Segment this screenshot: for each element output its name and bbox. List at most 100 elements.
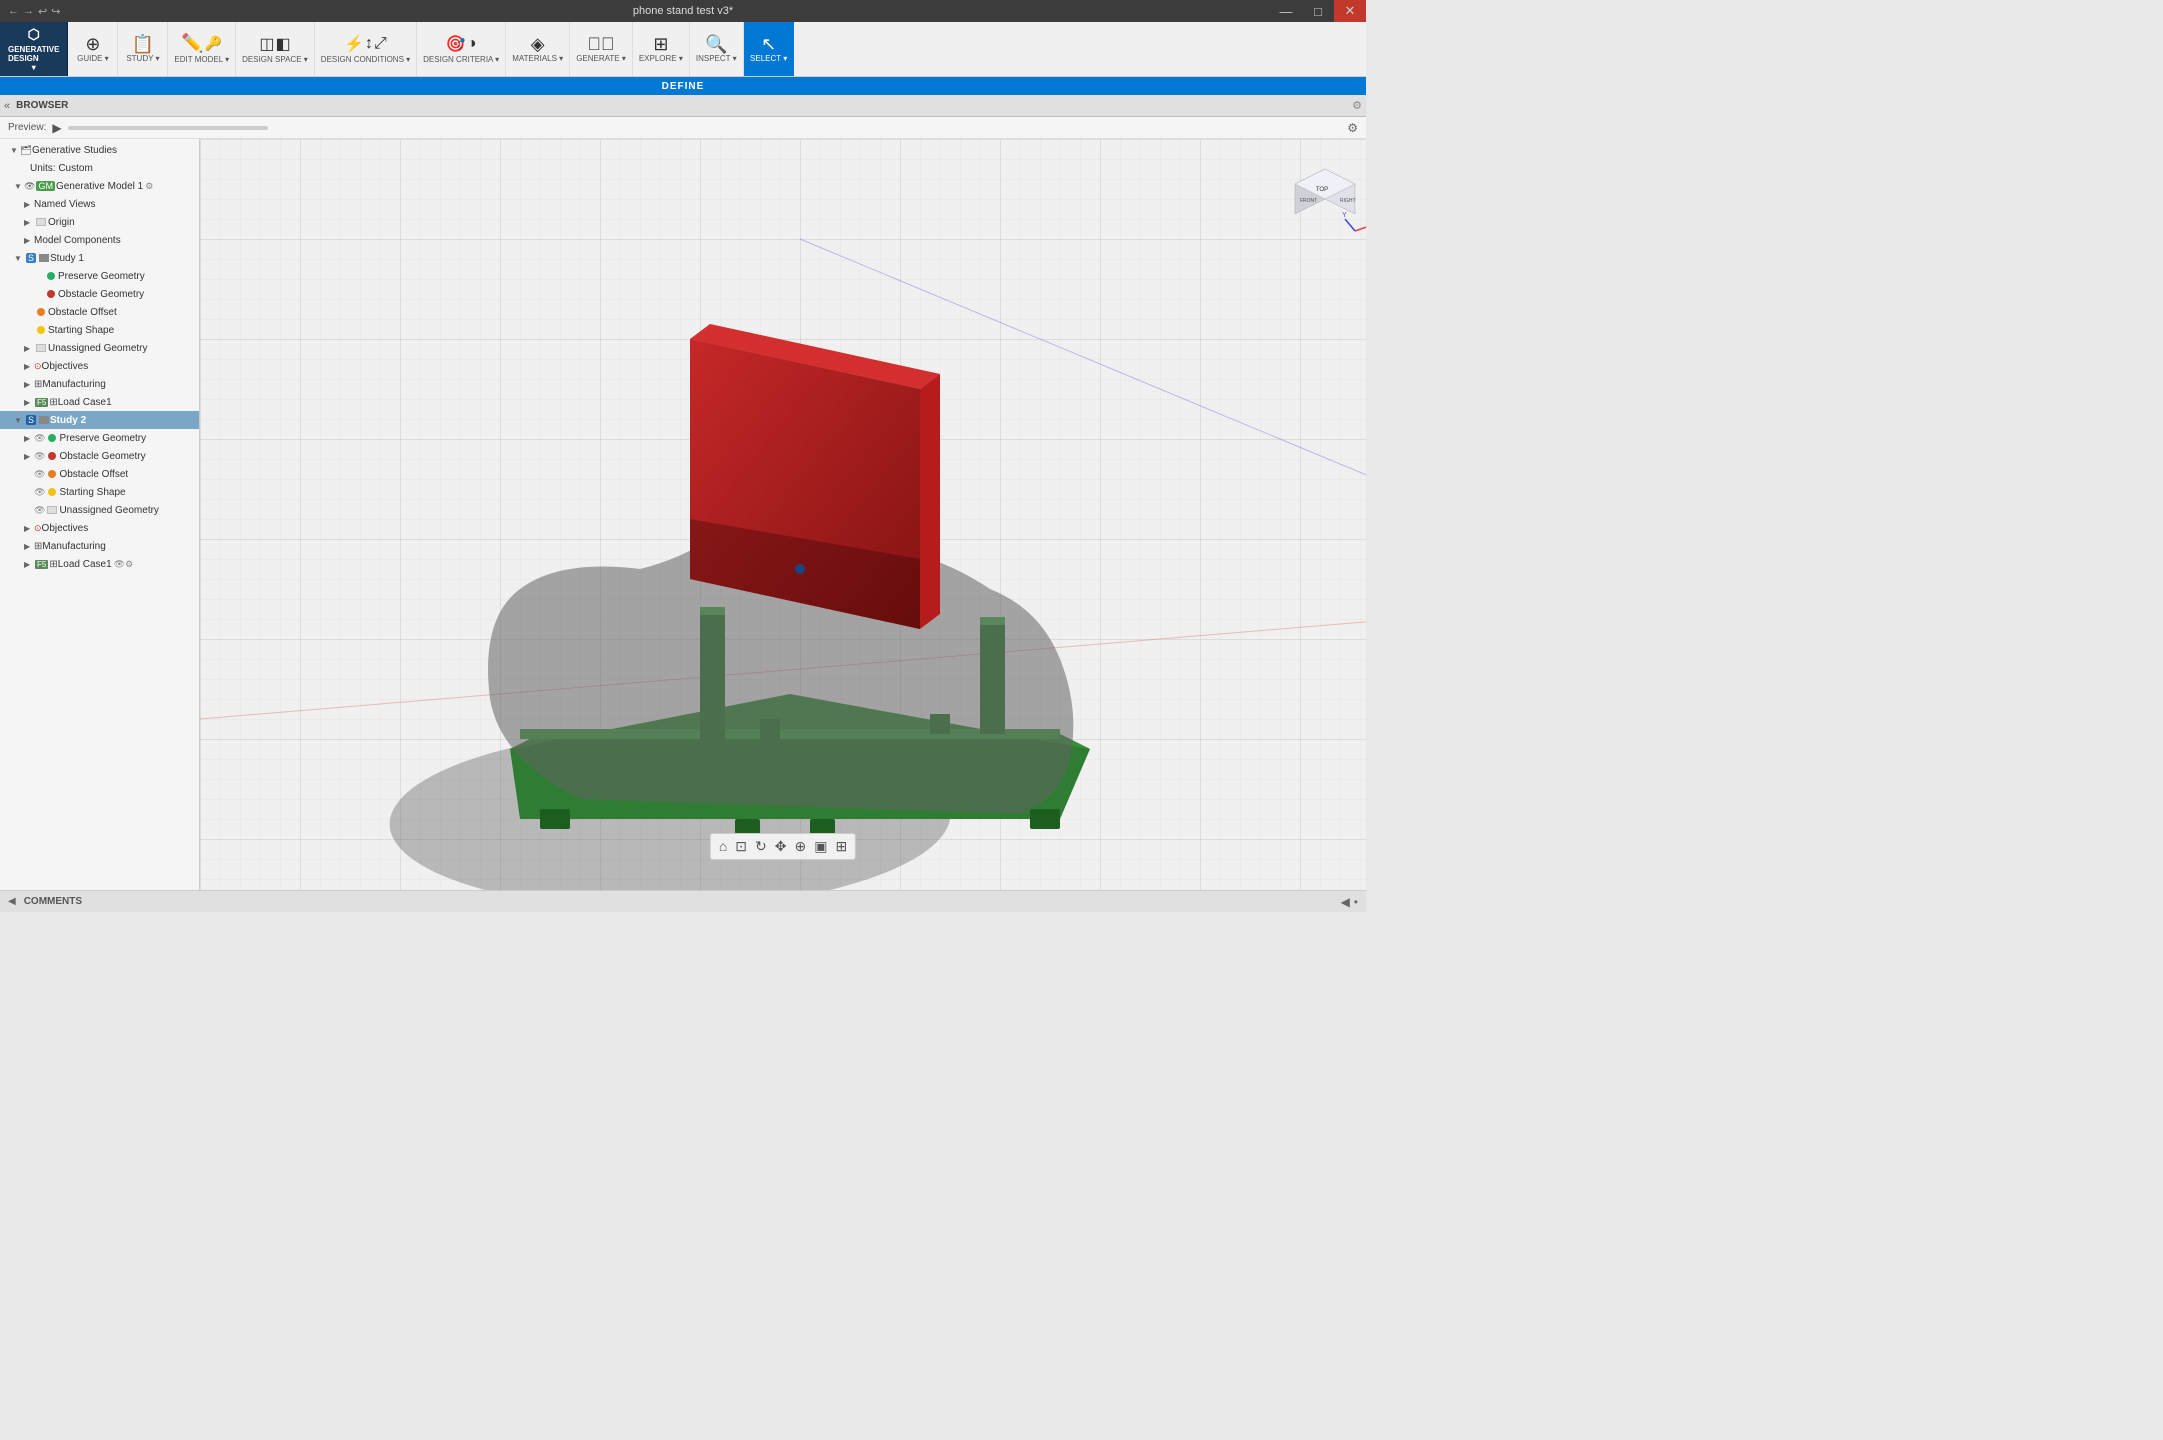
titlebar: ← → ↩ ↪ phone stand test v3* — □ ✕ [0, 0, 1366, 22]
tree-obstacle-2[interactable]: ▶ 👁 Obstacle Geometry [0, 447, 199, 465]
guide-label: GUIDE ▾ [77, 55, 109, 64]
tree-generative-studies[interactable]: ▼ 🗂 Generative Studies [0, 141, 199, 159]
forward-button[interactable]: → [23, 5, 34, 17]
preview-slider[interactable] [68, 126, 268, 130]
browser-tree: ▼ 🗂 Generative Studies Units: Custom ▼ 👁… [0, 139, 199, 890]
generative-design-arrow: ▾ [32, 63, 36, 72]
generate-label: GENERATE ▾ [576, 55, 626, 64]
undo-button[interactable]: ↩ [38, 5, 47, 18]
s2-arrow: ▼ [14, 416, 24, 425]
zoom-view-icon[interactable]: ⊕ [792, 836, 808, 857]
inspect-tool[interactable]: 🔍 INSPECT ▾ [690, 22, 744, 76]
tree-manufacturing-1[interactable]: ▶ ⊞ Manufacturing [0, 375, 199, 393]
browser-settings-icon[interactable]: ⚙ [1352, 99, 1362, 112]
tree-starting-shape-1[interactable]: Starting Shape [0, 321, 199, 339]
nv-arrow: ▶ [24, 200, 34, 209]
grid-icon[interactable]: ⊞ [833, 836, 849, 857]
tree-obstacle-offset-2[interactable]: 👁 Obstacle Offset [0, 465, 199, 483]
preview-gear-icon[interactable]: ⚙ [1347, 121, 1358, 135]
mfg1-arrow: ▶ [24, 380, 34, 389]
select-label: SELECT ▾ [750, 55, 787, 64]
select-tool[interactable]: ↖ SELECT ▾ [744, 22, 794, 76]
comments-label: COMMENTS [24, 896, 82, 907]
browser-label: BROWSER [16, 100, 68, 111]
tree-manufacturing-2[interactable]: ▶ ⊞ Manufacturing [0, 537, 199, 555]
tree-named-views[interactable]: ▶ Named Views [0, 195, 199, 213]
home-view-icon[interactable]: ⌂ [717, 836, 729, 857]
tree-generative-model-1[interactable]: ▼ 👁 GM Generative Model 1 ⚙ [0, 177, 199, 195]
design-conditions-tool[interactable]: ⚡ ↕ ⤢ DESIGN CONDITIONS ▾ [315, 22, 417, 76]
unassigned-2-icon [47, 506, 57, 514]
ob2-arrow: ▶ [24, 452, 34, 461]
display-icon[interactable]: ▣ [812, 836, 829, 857]
subtoolbar: « BROWSER ⚙ [0, 95, 1366, 117]
p2-arrow: ▶ [24, 434, 34, 443]
p2-eye: 👁 [34, 433, 45, 444]
fit-view-icon[interactable]: ⊡ [733, 836, 749, 857]
window-controls: — □ ✕ [1270, 0, 1366, 22]
minimize-button[interactable]: — [1270, 0, 1302, 22]
tree-study-1[interactable]: ▼ S Study 1 [0, 249, 199, 267]
obstacle-offset-2-label: Obstacle Offset [59, 469, 128, 480]
obj2-icon: ⊙ [34, 523, 42, 534]
tree-units[interactable]: Units: Custom [0, 159, 199, 177]
generative-design-button[interactable]: ⬡ GENERATIVEDESIGN ▾ [0, 22, 68, 76]
design-space-label: DESIGN SPACE ▾ [242, 56, 308, 65]
lc2-arrow: ▶ [24, 560, 34, 569]
origin-icon [36, 218, 46, 226]
tree-unassigned-1[interactable]: ▶ Unassigned Geometry [0, 339, 199, 357]
tree-objectives-2[interactable]: ▶ ⊙ Objectives [0, 519, 199, 537]
tree-obstacle-offset-1[interactable]: Obstacle Offset [0, 303, 199, 321]
main-area: ▼ 🗂 Generative Studies Units: Custom ▼ 👁… [0, 139, 1366, 890]
tree-study-2[interactable]: ▼ S Study 2 [0, 411, 199, 429]
obstacle-1-dot [47, 290, 55, 298]
back-button[interactable]: ← [8, 5, 19, 17]
tree-model-components[interactable]: ▶ Model Components [0, 231, 199, 249]
mfg2-arrow: ▶ [24, 542, 34, 551]
edit-model-tool[interactable]: ✏️ 🔑 EDIT MODEL ▾ [168, 22, 236, 76]
design-space-tool[interactable]: ◫ ◧ DESIGN SPACE ▾ [236, 22, 315, 76]
redo-button[interactable]: ↪ [51, 5, 60, 18]
unassigned-2-label: Unassigned Geometry [59, 505, 159, 516]
obstacle-2-dot [48, 452, 56, 460]
explore-tool[interactable]: ⊞ EXPLORE ▾ [633, 22, 690, 76]
objectives-2-label: Objectives [42, 523, 89, 534]
tree-loadcase-2[interactable]: ▶ F5 ⊞ Load Case1 👁 ⚙ [0, 555, 199, 573]
oo2-eye: 👁 [34, 469, 45, 480]
materials-tool[interactable]: ◈ MATERIALS ▾ [506, 22, 570, 76]
bottombar-icon-1[interactable]: ◀ [1341, 895, 1350, 909]
design-criteria-tool[interactable]: 🎯 ◑ DESIGN CRITERIA ▾ [417, 22, 506, 76]
lc1-label: Load Case1 [58, 397, 112, 408]
tree-preserve-2[interactable]: ▶ 👁 Preserve Geometry [0, 429, 199, 447]
tree-starting-shape-2[interactable]: 👁 Starting Shape [0, 483, 199, 501]
guide-tool[interactable]: ⊕ GUIDE ▾ [68, 22, 118, 76]
preview-play-button[interactable]: ▶ [52, 121, 61, 135]
starting-shape-2-label: Starting Shape [59, 487, 125, 498]
tree-objectives-1[interactable]: ▶ ⊙ Objectives [0, 357, 199, 375]
tree-preserve-1[interactable]: Preserve Geometry [0, 267, 199, 285]
manufacturing-1-label: Manufacturing [42, 379, 105, 390]
tree-obstacle-1[interactable]: Obstacle Geometry [0, 285, 199, 303]
pan-view-icon[interactable]: ✥ [773, 836, 789, 857]
tree-origin[interactable]: ▶ Origin [0, 213, 199, 231]
rotate-view-icon[interactable]: ↻ [753, 836, 769, 857]
close-button[interactable]: ✕ [1334, 0, 1366, 22]
folder-icon: 🗂 [20, 145, 32, 156]
maximize-button[interactable]: □ [1302, 0, 1334, 22]
generate-tool[interactable]: ▶⃝ GENERATE ▾ [570, 22, 633, 76]
objectives-1-label: Objectives [42, 361, 89, 372]
mc-label: Model Components [34, 235, 121, 246]
design-conditions-label: DESIGN CONDITIONS ▾ [321, 56, 410, 65]
study-tool[interactable]: 📋 STUDY ▾ [118, 22, 168, 76]
bottombar-icon-2[interactable]: • [1354, 895, 1358, 909]
generate-icon: ▶⃝ [588, 35, 615, 53]
tree-loadcase-1[interactable]: ▶ F5 ⊞ Load Case1 [0, 393, 199, 411]
obstacle-offset-2-dot [48, 470, 56, 478]
comments-left-arrow[interactable]: ◀ [8, 896, 16, 907]
lc2-settings[interactable]: ⚙ [125, 559, 133, 570]
viewport[interactable]: TOP FRONT RIGHT X Y ⌂ ⊡ ↻ ✥ ⊕ ▣ ⊞ [200, 139, 1366, 890]
gm1-settings[interactable]: ⚙ [145, 181, 153, 192]
tree-unassigned-2[interactable]: 👁 Unassigned Geometry [0, 501, 199, 519]
generative-design-label: GENERATIVEDESIGN [8, 45, 59, 63]
browser-collapse-icon[interactable]: « [4, 100, 10, 112]
